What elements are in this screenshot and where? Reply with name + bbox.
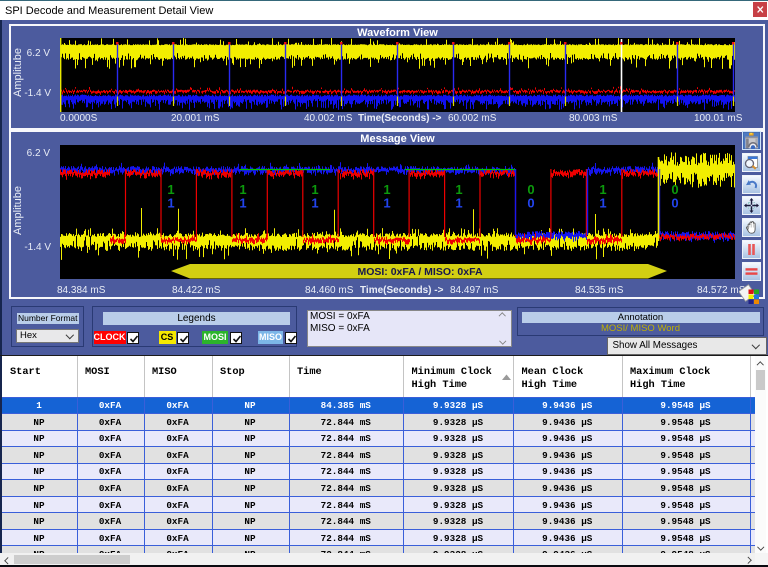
svg-text:0: 0 <box>671 196 678 211</box>
svg-text:MOSI: 0xFA / MISO: 0xFA: MOSI: 0xFA / MISO: 0xFA <box>357 266 482 278</box>
svg-text:1: 1 <box>455 196 462 211</box>
svg-text:1: 1 <box>239 196 246 211</box>
svg-text:1: 1 <box>383 196 390 211</box>
svg-text:1: 1 <box>599 196 606 211</box>
svg-text:1: 1 <box>311 196 318 211</box>
svg-text:0: 0 <box>527 196 534 211</box>
svg-text:1: 1 <box>167 196 174 211</box>
